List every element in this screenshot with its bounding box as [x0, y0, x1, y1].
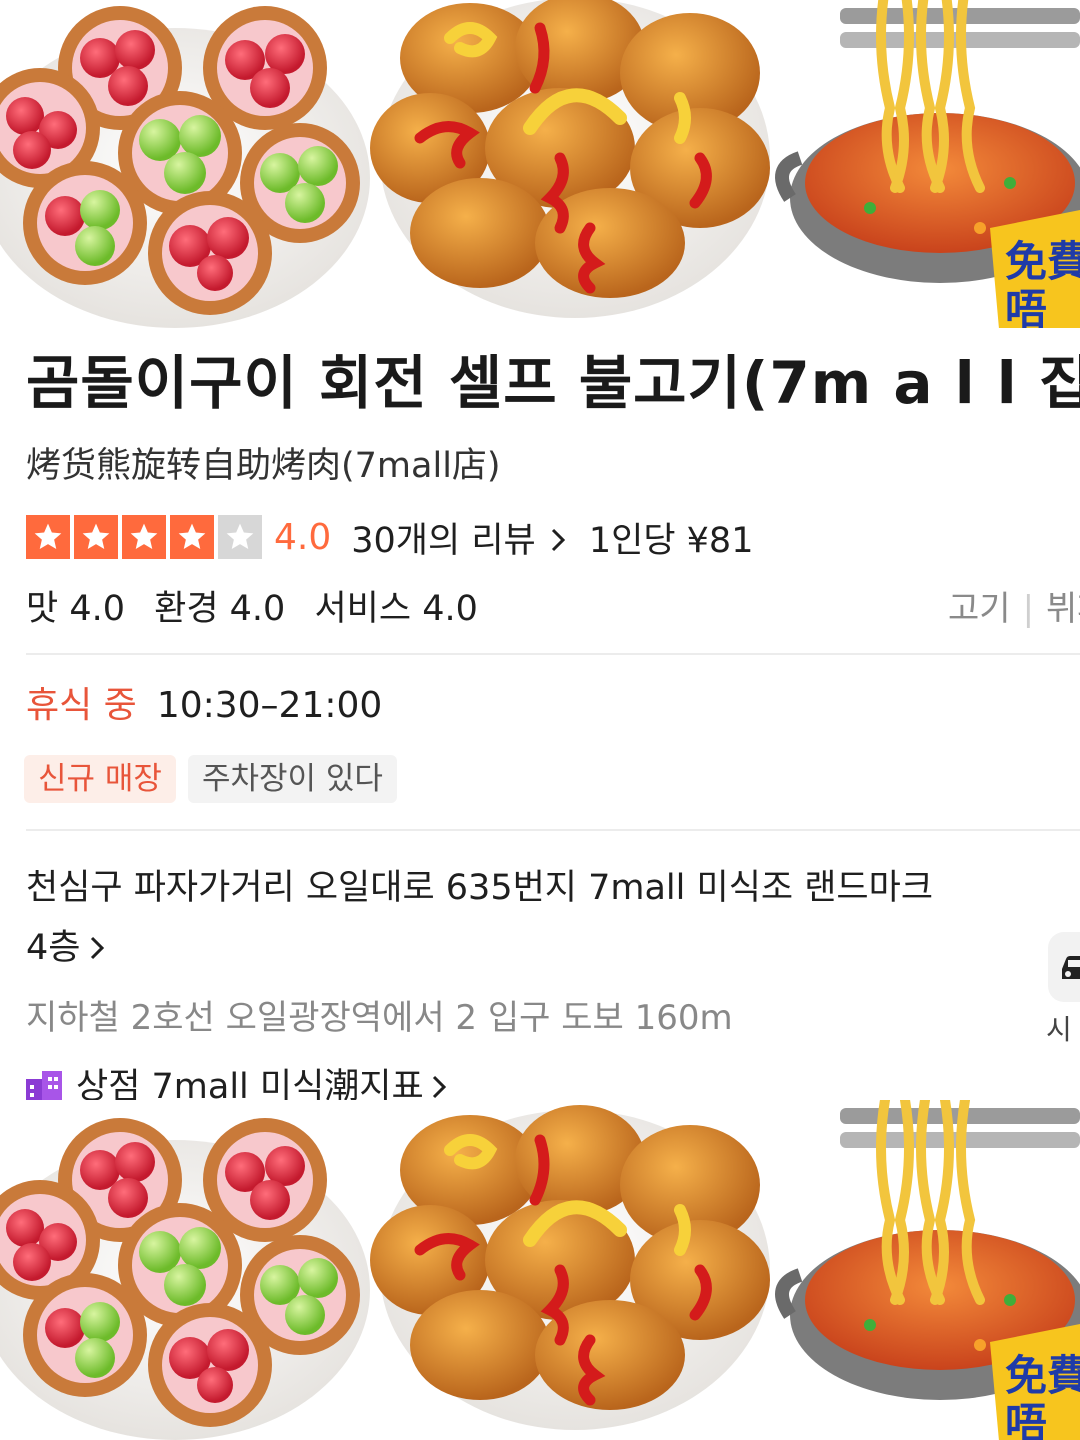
taxi-button[interactable] — [1048, 932, 1080, 1002]
reviews-label: 30개의 리뷰 — [351, 520, 536, 561]
badge-row: 신규 매장 주차장이 있다 — [24, 755, 397, 803]
star-icon — [170, 515, 214, 559]
category-tag-meat[interactable]: 고기 — [948, 589, 1011, 629]
rating-row: 4.0 30개의 리뷰 1인당 ¥81 — [26, 512, 753, 562]
chevron-right-icon — [432, 1075, 446, 1099]
star-empty-icon — [218, 515, 262, 559]
food-photo-strip-top[interactable]: 免費 唔 — [0, 0, 1080, 328]
star-icon — [122, 515, 166, 559]
address-link[interactable]: 천심구 파자가거리 오일대로 635번지 7mall 미식조 랜드마크 4층 — [26, 858, 1016, 978]
status-label: 휴식 중 — [26, 685, 137, 726]
tag-separator: | — [1022, 589, 1035, 629]
store-subtitle: 烤货熊旋转自助烤肉(7mall店) — [26, 446, 501, 486]
chevron-right-icon — [551, 528, 565, 551]
address-line2: 4층 — [26, 928, 81, 968]
new-store-badge: 신규 매장 — [24, 755, 176, 803]
hours-time: 10:30–21:00 — [156, 685, 383, 726]
environment-score: 환경 4.0 — [154, 589, 286, 629]
chevron-right-icon — [91, 936, 105, 960]
star-icon — [26, 515, 70, 559]
parking-badge: 주차장이 있다 — [187, 755, 397, 803]
category-tag-buffet[interactable]: 뷔페 — [1046, 589, 1080, 629]
divider — [26, 829, 1080, 831]
promo-sticker: 免費 唔 — [990, 210, 1080, 328]
food-photo-strip-bottom[interactable]: 免費 唔 — [0, 1100, 1080, 1440]
food-photos: 免費 唔 — [0, 0, 1080, 328]
sub-scores: 맛 4.0 환경 4.0 서비스 4.0 — [26, 584, 496, 634]
svg-text:免費: 免費 — [1005, 237, 1080, 286]
promo-sticker: 免費 唔 — [990, 1324, 1080, 1440]
svg-text:免費: 免費 — [1005, 1351, 1080, 1400]
service-score: 서비스 4.0 — [314, 589, 478, 629]
taxi-icon — [1062, 956, 1080, 979]
rating-score: 4.0 — [274, 516, 332, 558]
subway-directions: 지하철 2호선 오일광장역에서 2 입구 도보 160m — [26, 998, 733, 1038]
taste-score: 맛 4.0 — [26, 589, 125, 629]
divider — [26, 653, 1080, 655]
svg-text:唔: 唔 — [1005, 285, 1047, 328]
store-title: 곰돌이구이 회전 셀프 불고기(7m a l l 집) — [26, 349, 1080, 417]
taxi-label: 시 — [1046, 1013, 1072, 1046]
address-line1: 천심구 파자가거리 오일대로 635번지 7mall 미식조 랜드마크 — [26, 868, 934, 908]
category-tags[interactable]: 고기 | 뷔페 — [948, 584, 1080, 634]
food-photos: 免費 唔 — [0, 1100, 1080, 1440]
reviews-link[interactable]: 30개의 리뷰 — [351, 512, 569, 563]
svg-text:唔: 唔 — [1005, 1399, 1047, 1440]
business-hours[interactable]: 휴식 중 10:30–21:00 — [26, 680, 382, 732]
price-per-person: 1인당 ¥81 — [588, 520, 754, 561]
star-rating — [26, 515, 262, 559]
star-icon — [74, 515, 118, 559]
